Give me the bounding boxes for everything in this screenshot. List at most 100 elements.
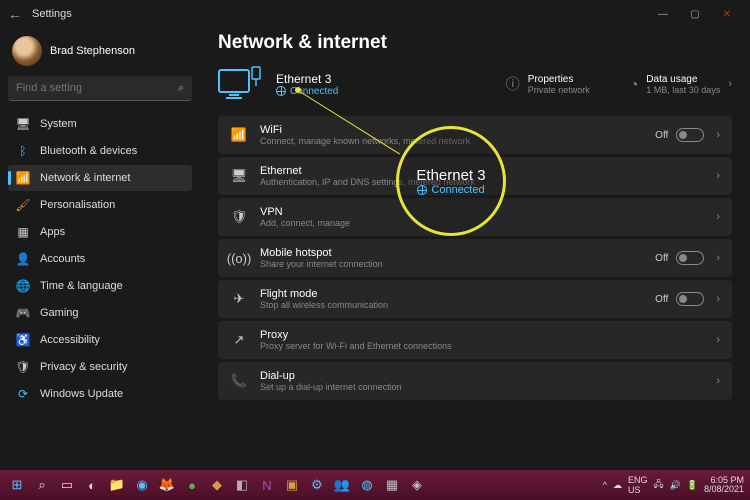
nav-label: System	[40, 118, 77, 130]
app-icon[interactable]: ◈	[406, 474, 428, 496]
setting-vpn[interactable]: 🛡VPNAdd, connect, manage›	[218, 198, 732, 236]
setting-title: WiFi	[260, 124, 643, 136]
back-button[interactable]: ←	[8, 6, 22, 22]
sidebar-item-apps[interactable]: ▦ Apps	[8, 219, 192, 245]
sidebar-item-time-language[interactable]: 🌐Time & language	[8, 273, 192, 299]
onedrive-icon[interactable]: ☁	[613, 480, 622, 491]
search-input[interactable]	[8, 76, 192, 101]
setting-icon: ↗	[230, 332, 248, 348]
sidebar-item-system[interactable]: 🖥 System	[8, 111, 192, 137]
setting-flight-mode[interactable]: ✈Flight modeStop all wireless communicat…	[218, 280, 732, 318]
sidebar-item-windows-update[interactable]: ⟳Windows Update	[8, 381, 192, 407]
tray-chevron-icon[interactable]: ^	[603, 480, 607, 490]
search-taskbar-icon[interactable]: ⌕	[31, 474, 53, 496]
nav-icon: 👤	[16, 252, 30, 266]
toggle-switch[interactable]	[676, 251, 704, 265]
sidebar-item-gaming[interactable]: 🎮 Gaming	[8, 300, 192, 326]
maximize-button[interactable]: ▢	[680, 4, 710, 24]
clock[interactable]: 6:05 PM 8/08/2021	[704, 476, 744, 494]
connection-hero: Ethernet 3 Connected ⓘ Properties Privat…	[218, 66, 732, 102]
monitor-icon	[218, 66, 262, 102]
nav-icon: 🛡	[16, 360, 30, 374]
network-tray-icon[interactable]: 🖧	[653, 477, 663, 493]
nav-icon: ᛒ	[16, 144, 30, 158]
info-icon: ⓘ	[506, 74, 520, 94]
task-view-icon[interactable]: ▭	[56, 474, 78, 496]
minimize-button[interactable]: —	[648, 4, 678, 24]
setting-icon: 🛡	[230, 209, 248, 225]
nav-list: 🖥 System ᛒ Bluetooth & devices 📶 Network & in…	[8, 111, 192, 407]
nav-icon: 🖥	[16, 117, 30, 131]
explorer-icon[interactable]: 📁	[106, 474, 128, 496]
app-icon[interactable]: ◆	[206, 474, 228, 496]
app-icon[interactable]: ▣	[281, 474, 303, 496]
sidebar-item-privacy-security[interactable]: 🛡Privacy & security	[8, 354, 192, 380]
settings-icon[interactable]: ⚙	[306, 474, 328, 496]
chevron-right-icon: ›	[716, 334, 720, 346]
app-icon[interactable]: ◧	[231, 474, 253, 496]
setting-dial-up[interactable]: 📞Dial-upSet up a dial-up internet connec…	[218, 362, 732, 400]
setting-icon: 📞	[230, 373, 248, 389]
setting-mobile-hotspot[interactable]: ((o))Mobile hotspotShare your internet c…	[218, 239, 732, 277]
language-indicator[interactable]: ENGUS	[628, 475, 648, 495]
content-area: Network & internet Ethernet 3 Connected …	[200, 28, 750, 470]
setting-title: VPN	[260, 206, 704, 218]
setting-subtitle: Stop all wireless communication	[260, 300, 643, 310]
setting-wifi[interactable]: 📶WiFiConnect, manage known networks, met…	[218, 116, 732, 154]
connection-name: Ethernet 3	[276, 72, 386, 86]
chevron-right-icon: ›	[716, 293, 720, 305]
nav-icon: 📶	[16, 171, 30, 185]
nav-icon: 🖌	[16, 198, 30, 212]
taskbar: ⊞ ⌕ ▭ ◐ 📁 ◉ 🦊 ● ◆ ◧ N ▣ ⚙ 👥 ◍ ▦ ◈ ^ ☁ EN…	[0, 470, 750, 500]
user-profile[interactable]: Brad Stephenson	[8, 32, 192, 76]
nav-icon: ▦	[16, 225, 30, 239]
nav-label: Apps	[40, 226, 65, 238]
app-icon[interactable]: ◍	[356, 474, 378, 496]
sidebar-item-bluetooth-devices[interactable]: ᛒ Bluetooth & devices	[8, 138, 192, 164]
globe-icon	[276, 86, 286, 96]
sidebar-item-accessibility[interactable]: ♿Accessibility	[8, 327, 192, 353]
onenote-icon[interactable]: N	[256, 474, 278, 496]
sidebar-item-network-internet[interactable]: 📶 Network & internet	[8, 165, 192, 191]
toggle-switch[interactable]	[676, 128, 704, 142]
nav-label: Windows Update	[40, 388, 123, 400]
volume-icon[interactable]: 🔊	[670, 480, 681, 491]
titlebar: ← Settings — ▢ ✕	[0, 0, 750, 28]
properties-link[interactable]: ⓘ Properties Private network	[506, 74, 590, 95]
setting-icon: ✈	[230, 291, 248, 307]
chevron-right-icon: ›	[728, 78, 732, 90]
close-button[interactable]: ✕	[712, 4, 742, 24]
start-button[interactable]: ⊞	[6, 474, 28, 496]
setting-ethernet[interactable]: 🖥EthernetAuthentication, IP and DNS sett…	[218, 157, 732, 195]
system-tray[interactable]: ^ ☁ ENGUS 🖧 🔊 🔋 6:05 PM 8/08/2021	[603, 475, 744, 495]
setting-subtitle: Authentication, IP and DNS settings, met…	[260, 177, 704, 187]
data-usage-link[interactable]: ◔ Data usage 1 MB, last 30 days ›	[630, 74, 732, 95]
nav-label: Bluetooth & devices	[40, 145, 137, 157]
sidebar-item-accounts[interactable]: 👤Accounts	[8, 246, 192, 272]
setting-subtitle: Add, connect, manage	[260, 218, 704, 228]
sidebar-item-personalisation[interactable]: 🖌 Personalisation	[8, 192, 192, 218]
app-icon[interactable]: ●	[181, 474, 203, 496]
search-icon: ⌕	[178, 82, 184, 95]
user-name: Brad Stephenson	[50, 45, 135, 57]
firefox-icon[interactable]: 🦊	[156, 474, 178, 496]
app-icon[interactable]: ▦	[381, 474, 403, 496]
toggle-label: Off	[655, 294, 668, 305]
setting-title: Ethernet	[260, 165, 704, 177]
setting-proxy[interactable]: ↗ProxyProxy server for Wi-Fi and Etherne…	[218, 321, 732, 359]
toggle-label: Off	[655, 253, 668, 264]
teams-icon[interactable]: 👥	[331, 474, 353, 496]
setting-title: Dial-up	[260, 370, 704, 382]
battery-icon[interactable]: 🔋	[687, 480, 698, 491]
toggle-switch[interactable]	[676, 292, 704, 306]
nav-label: Gaming	[40, 307, 79, 319]
setting-icon: 📶	[230, 127, 248, 143]
nav-label: Network & internet	[40, 172, 130, 184]
widgets-icon[interactable]: ◐	[81, 474, 103, 496]
nav-label: Personalisation	[40, 199, 115, 211]
nav-icon: 🎮	[16, 306, 30, 320]
setting-title: Proxy	[260, 329, 704, 341]
edge-icon[interactable]: ◉	[131, 474, 153, 496]
chevron-right-icon: ›	[716, 170, 720, 182]
chevron-right-icon: ›	[716, 375, 720, 387]
